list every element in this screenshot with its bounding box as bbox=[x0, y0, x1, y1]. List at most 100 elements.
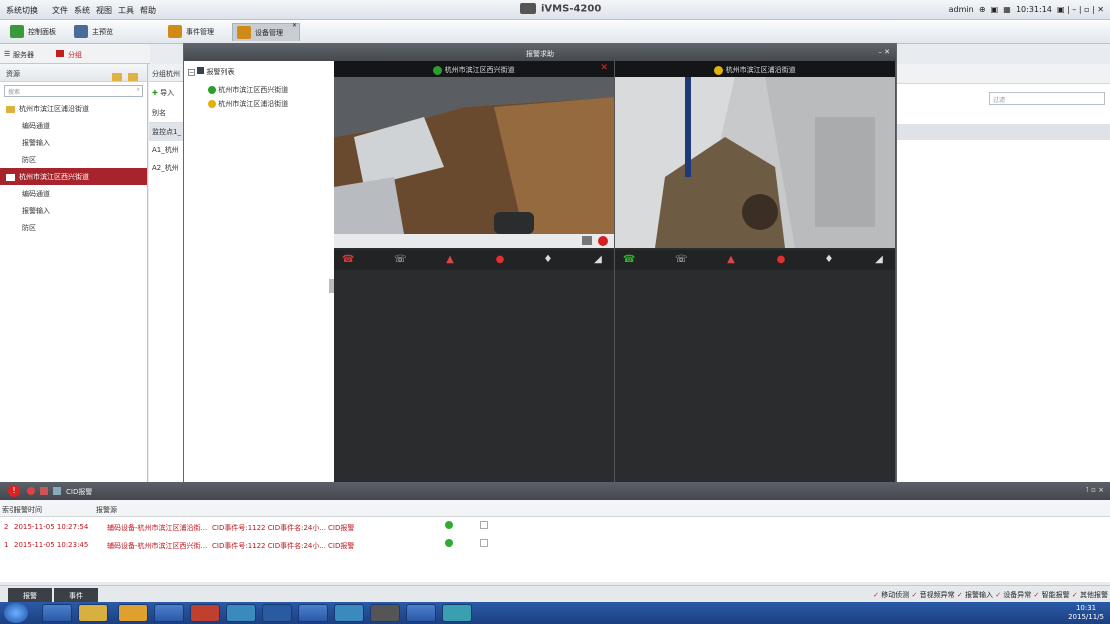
alarm-output-icon[interactable]: ▲ bbox=[725, 254, 737, 266]
tree-node[interactable]: 编码通道 bbox=[0, 185, 147, 202]
close-pane-icon[interactable]: ✕ bbox=[600, 63, 608, 73]
qq-chat-icon[interactable] bbox=[334, 604, 364, 622]
list-toolbar bbox=[897, 64, 1110, 84]
qq-icon[interactable] bbox=[226, 604, 256, 622]
tree-node[interactable]: 报警输入 bbox=[0, 202, 147, 219]
lock-icon[interactable]: ⊕ bbox=[976, 5, 988, 14]
tab-alarm[interactable]: 报警 bbox=[8, 588, 52, 602]
video-pane-2[interactable]: 杭州市滨江区浦沿街道 ☎ ☏ ▲ ● ♦ ◢ bbox=[615, 61, 896, 500]
table-row[interactable]: 2 2015-11-05 10:27:54 辅码设备-杭州市滨江区浦沿街... … bbox=[0, 518, 1110, 535]
clear-icon[interactable] bbox=[40, 487, 48, 495]
talk-icon[interactable]: ☏ bbox=[394, 254, 407, 266]
filter-input[interactable]: 过滤 bbox=[989, 92, 1105, 105]
table-row[interactable]: 1 2015-11-05 10:23:45 辅码设备-杭州市滨江区西兴街... … bbox=[0, 536, 1110, 553]
col-source[interactable]: 报警源 bbox=[96, 505, 117, 515]
tree-node[interactable]: 防区 bbox=[0, 151, 147, 168]
tab-control-panel[interactable]: 控制面板 bbox=[6, 23, 68, 41]
menu-help[interactable]: 帮助 bbox=[140, 5, 156, 16]
check-motion[interactable]: ✓ 移动侦测 bbox=[873, 591, 909, 599]
tab-event[interactable]: 事件 bbox=[54, 588, 98, 602]
tab-group[interactable]: 分组 bbox=[68, 50, 82, 60]
media-icon[interactable] bbox=[154, 604, 184, 622]
check-av-exception[interactable]: ✓ 音视频异常 bbox=[912, 591, 955, 599]
stop-icon[interactable] bbox=[598, 236, 608, 246]
tree-node[interactable]: 防区 bbox=[0, 219, 147, 236]
alarm-list-item[interactable]: 杭州市滨江区浦沿街道 bbox=[184, 97, 334, 111]
speaker-icon[interactable]: ◢ bbox=[873, 254, 885, 266]
config-icon[interactable] bbox=[53, 487, 61, 495]
ok-icon[interactable] bbox=[445, 521, 453, 529]
mail-icon[interactable] bbox=[298, 604, 328, 622]
window-controls[interactable]: ▣ | – | ▫ | ✕ bbox=[1054, 5, 1104, 14]
answer-icon[interactable]: ☎ bbox=[623, 254, 635, 266]
alarm-list-header[interactable]: − 报警列表 bbox=[184, 61, 334, 83]
collapse-icon[interactable]: − bbox=[188, 69, 195, 76]
check-alarm-input[interactable]: ✓ 报警输入 bbox=[957, 591, 993, 599]
tree-node[interactable]: 杭州市滨江区西兴街道 bbox=[0, 168, 147, 185]
detail-icon[interactable] bbox=[480, 539, 488, 547]
col-time[interactable]: 报警时间 bbox=[14, 505, 42, 515]
app-icon[interactable] bbox=[118, 604, 148, 622]
menu-file[interactable]: 文件 bbox=[52, 5, 68, 16]
resource-search-input[interactable]: 搜索 ⌕ bbox=[4, 85, 143, 97]
tree-node-label: 防区 bbox=[22, 156, 36, 164]
tab-event-management[interactable]: 事件管理 bbox=[164, 23, 230, 41]
menu-system[interactable]: 系统 bbox=[74, 5, 90, 16]
pin-icon[interactable]: ⊺ ▫ × bbox=[1085, 486, 1104, 494]
tab-main-preview[interactable]: 主预览 bbox=[70, 23, 132, 41]
camera-icon[interactable]: ▣ bbox=[991, 5, 1001, 14]
menu-system-switch[interactable]: 系统切换 bbox=[6, 5, 38, 16]
alarm-output-icon[interactable]: ▲ bbox=[444, 254, 456, 266]
siren-icon[interactable]: ● bbox=[494, 254, 506, 266]
mute-icon[interactable] bbox=[27, 487, 35, 495]
hangup-icon[interactable]: ☎ bbox=[342, 254, 354, 266]
alarm-icon[interactable]: ! bbox=[8, 485, 20, 497]
speaker-icon[interactable]: ◢ bbox=[592, 254, 604, 266]
talk-icon[interactable]: ☏ bbox=[675, 254, 688, 266]
folder-edit-icon[interactable] bbox=[128, 73, 138, 81]
record-icon[interactable] bbox=[582, 236, 592, 245]
close-tab-icon[interactable]: ✕ bbox=[292, 22, 297, 29]
ivms-icon[interactable] bbox=[370, 604, 400, 622]
status-green-icon bbox=[208, 86, 216, 94]
clock-date: 2015/11/5 bbox=[1068, 613, 1104, 621]
search-icon[interactable]: ⌕ bbox=[137, 86, 140, 94]
ie-icon[interactable] bbox=[42, 604, 72, 622]
check-other-alarm[interactable]: ✓ 其他报警 bbox=[1072, 591, 1108, 599]
tab-server[interactable]: 服务器 bbox=[13, 50, 34, 60]
module-tabbar: 控制面板 主预览 事件管理 设备管理 ✕ bbox=[0, 20, 1110, 44]
mic-icon[interactable]: ♦ bbox=[542, 254, 554, 266]
mic-icon[interactable]: ♦ bbox=[823, 254, 835, 266]
tree-node[interactable]: 编码通道 bbox=[0, 117, 147, 134]
checkmark-icon: ✓ bbox=[1033, 591, 1040, 599]
device-row[interactable] bbox=[897, 124, 1110, 140]
qt-icon[interactable] bbox=[442, 604, 472, 622]
layout-icon[interactable]: ▦ bbox=[1003, 5, 1013, 14]
video-pane-1[interactable]: 杭州市滨江区西兴街道 ✕ ☎ ☏ ▲ ● ♦ ◢ bbox=[334, 61, 615, 500]
tree-node[interactable]: 杭州市滨江区浦沿街道 bbox=[0, 100, 147, 117]
check-smart-alarm[interactable]: ✓ 智能报警 bbox=[1034, 591, 1070, 599]
menu-view[interactable]: 视图 bbox=[96, 5, 112, 16]
pane-title: 杭州市滨江区浦沿街道 bbox=[615, 61, 895, 77]
dialog-title-bar[interactable]: 报警求助 – ✕ bbox=[184, 44, 896, 61]
folder-add-icon[interactable] bbox=[112, 73, 122, 81]
word-icon[interactable] bbox=[262, 604, 292, 622]
row-type: CID报警 bbox=[328, 524, 355, 532]
taskbar-clock[interactable]: 10:31 2015/11/5 bbox=[1068, 604, 1104, 622]
plus-icon: ✚ bbox=[152, 89, 158, 97]
user-name[interactable]: admin bbox=[949, 5, 974, 14]
window-icon[interactable] bbox=[406, 604, 436, 622]
check-label: 设备异常 bbox=[1003, 591, 1032, 599]
explorer-icon[interactable] bbox=[78, 604, 108, 622]
dialog-window-controls[interactable]: – ✕ bbox=[878, 48, 890, 56]
detail-icon[interactable] bbox=[480, 521, 488, 529]
tab-device-management[interactable]: 设备管理 ✕ bbox=[232, 22, 300, 41]
siren-icon[interactable]: ● bbox=[775, 254, 787, 266]
check-device-exception[interactable]: ✓ 设备异常 bbox=[995, 591, 1031, 599]
paint-icon[interactable] bbox=[190, 604, 220, 622]
tree-node[interactable]: 报警输入 bbox=[0, 134, 147, 151]
ok-icon[interactable] bbox=[445, 539, 453, 547]
menu-tools[interactable]: 工具 bbox=[118, 5, 134, 16]
alarm-list-item[interactable]: 杭州市滨江区西兴街道 bbox=[184, 83, 334, 97]
start-button[interactable] bbox=[4, 603, 28, 623]
